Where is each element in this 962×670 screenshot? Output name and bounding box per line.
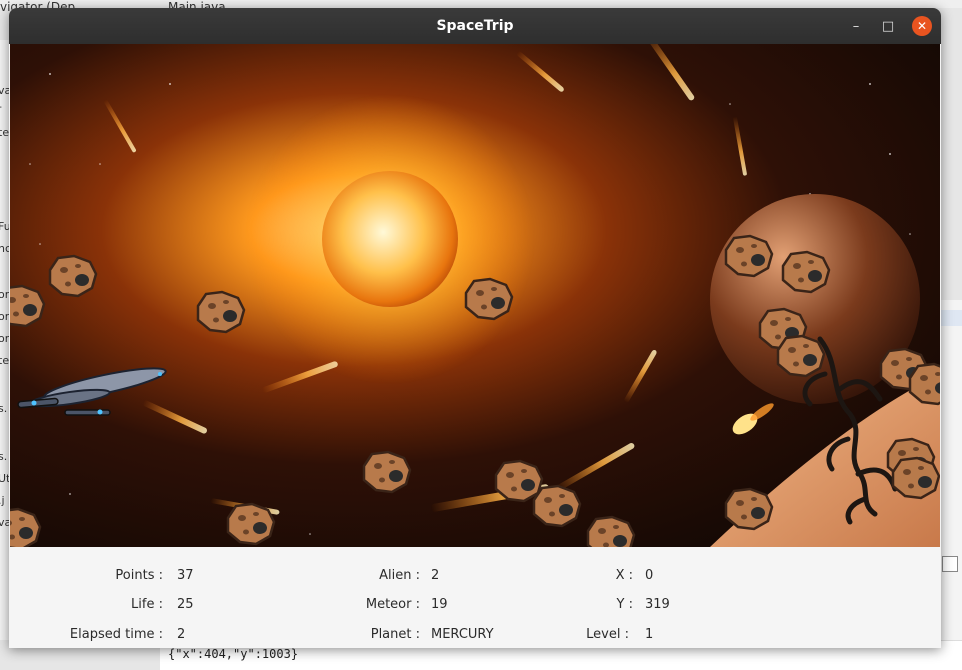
x-label: X :	[615, 568, 633, 583]
level-value: 1	[645, 627, 654, 642]
meteor-label: Meteor :	[365, 597, 420, 612]
minimize-button[interactable]: –	[846, 16, 866, 36]
title-bar[interactable]: SpaceTrip – □ ✕	[9, 8, 941, 44]
spacetrip-window: SpaceTrip – □ ✕ Points: 37 Life: 25 El…	[9, 8, 941, 648]
console-line: {"x":404,"y":1003}	[168, 647, 299, 661]
ide-fragment: te	[0, 354, 10, 367]
maximize-button[interactable]: □	[878, 16, 898, 36]
level-label: Level :	[586, 627, 629, 642]
y-value: 319	[645, 597, 670, 612]
ide-fragment: te	[0, 126, 10, 139]
ide-fragment: or	[0, 288, 10, 301]
maximize-icon: □	[881, 18, 895, 34]
points-value: 37	[177, 568, 194, 583]
planet-label: Planet :	[370, 627, 420, 642]
meteor-value: 19	[431, 597, 448, 612]
game-canvas[interactable]	[10, 44, 940, 547]
game-scene	[10, 44, 940, 547]
ide-top-bar	[0, 0, 962, 8]
y-label: Y :	[616, 597, 633, 612]
alien-value: 2	[431, 568, 440, 583]
ide-panel-button[interactable]	[942, 556, 958, 572]
close-icon: ✕	[916, 19, 928, 33]
sun	[322, 171, 458, 307]
hud-panel: Points : 37 Life : 25 Elapsed time : 2 A…	[9, 547, 941, 648]
points-label: Points :	[115, 568, 163, 583]
elapsed-time-label: Elapsed time :	[69, 627, 163, 642]
ide-fragment: -	[0, 100, 2, 113]
close-button[interactable]: ✕	[912, 16, 932, 36]
ide-fragment: s.	[0, 402, 8, 415]
ide-right-panel	[940, 300, 962, 660]
ide-fragment: .j	[0, 494, 5, 507]
elapsed-time-value: 2	[177, 627, 186, 642]
life-label: Life :	[131, 597, 163, 612]
ide-selection-highlight	[940, 310, 962, 326]
x-value: 0	[645, 568, 654, 583]
planet-value: MERCURY	[431, 627, 494, 642]
ide-fragment: s.	[0, 450, 8, 463]
life-value: 25	[177, 597, 194, 612]
minimize-icon: –	[852, 18, 860, 34]
alien-label: Alien :	[379, 568, 420, 583]
window-title: SpaceTrip	[436, 18, 514, 34]
